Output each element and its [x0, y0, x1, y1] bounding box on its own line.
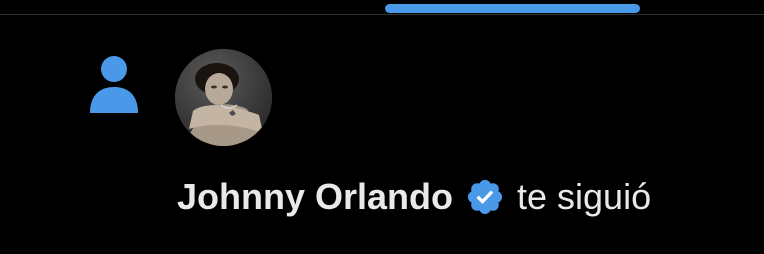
follow-notification[interactable]: Johnny Orlando te siguió: [0, 0, 764, 254]
person-icon: [88, 55, 140, 115]
verified-badge-icon: [465, 177, 505, 217]
follow-action-text: te siguió: [517, 176, 652, 217]
notification-text: Johnny Orlando te siguió: [177, 172, 651, 222]
avatar[interactable]: [175, 49, 272, 146]
user-name-link[interactable]: Johnny Orlando: [177, 176, 453, 218]
